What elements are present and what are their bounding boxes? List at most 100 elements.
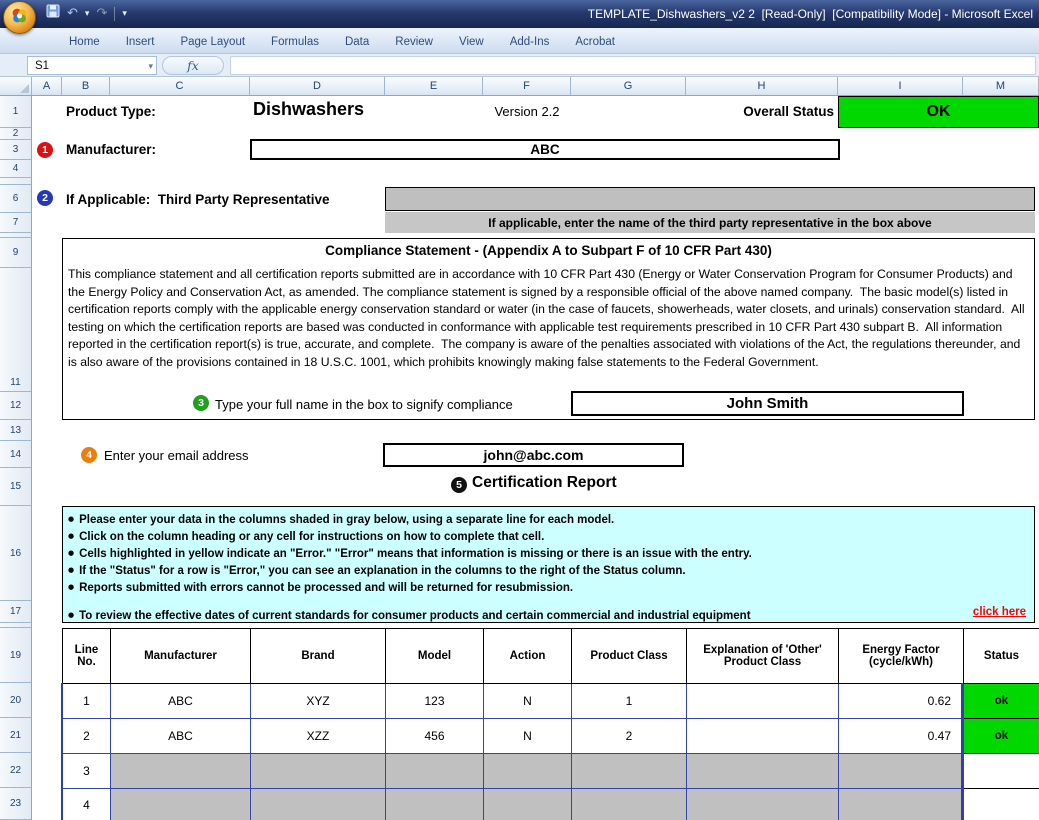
manufacturer-cell[interactable] <box>111 789 251 820</box>
energy-factor-cell[interactable]: 0.47 <box>839 719 964 754</box>
row-header-14[interactable]: 14 <box>0 441 32 468</box>
action-cell[interactable] <box>484 754 572 789</box>
brand-cell[interactable]: XYZ <box>251 684 386 719</box>
manufacturer-input[interactable]: ABC <box>250 139 840 160</box>
model-cell[interactable]: 123 <box>386 684 484 719</box>
column-header-A[interactable]: A <box>32 77 62 96</box>
product-class-cell[interactable] <box>572 789 687 820</box>
row-header-hidden[interactable] <box>0 178 32 185</box>
ribbon-tab-page-layout[interactable]: Page Layout <box>167 32 258 53</box>
column-header-H[interactable]: H <box>686 77 838 96</box>
manufacturer-cell[interactable]: ABC <box>111 719 251 754</box>
status-cell[interactable] <box>964 789 1039 820</box>
brand-cell[interactable]: XZZ <box>251 719 386 754</box>
save-icon[interactable] <box>46 4 60 24</box>
table-header-explanation-of-other-product-class[interactable]: Explanation of 'Other' Product Class <box>687 629 839 684</box>
ribbon-tab-formulas[interactable]: Formulas <box>258 32 332 53</box>
column-header-B[interactable]: B <box>62 77 110 96</box>
column-header-G[interactable]: G <box>571 77 686 96</box>
insert-function-button[interactable]: fx <box>162 56 224 75</box>
row-header-4[interactable]: 4 <box>0 160 32 178</box>
line-cell[interactable]: 4 <box>63 789 111 820</box>
undo-icon[interactable]: ↶ <box>67 5 78 23</box>
row-header-12[interactable]: 12 <box>0 392 32 420</box>
energy-factor-cell[interactable] <box>839 789 964 820</box>
action-cell[interactable] <box>484 789 572 820</box>
column-header-D[interactable]: D <box>250 77 385 96</box>
column-header-F[interactable]: F <box>483 77 571 96</box>
click-here-link[interactable]: click here <box>973 606 1026 618</box>
energy-factor-cell[interactable]: 0.62 <box>839 684 964 719</box>
table-header-brand[interactable]: Brand <box>251 629 386 684</box>
product-class-cell[interactable]: 2 <box>572 719 687 754</box>
ribbon-tab-home[interactable]: Home <box>56 32 113 53</box>
table-header-manufacturer[interactable]: Manufacturer <box>111 629 251 684</box>
row-header-23[interactable]: 23 <box>0 788 32 820</box>
table-header-action[interactable]: Action <box>484 629 572 684</box>
row-header-15[interactable]: 15 <box>0 468 32 506</box>
column-header-E[interactable]: E <box>385 77 483 96</box>
worksheet[interactable]: Product Type: Dishwashers Version 2.2 Ov… <box>32 96 1039 820</box>
overall-status-cell[interactable]: OK <box>838 96 1039 128</box>
name-box-dropdown-icon[interactable]: ▾ <box>148 62 153 72</box>
row-header-16[interactable]: 16 <box>0 506 32 601</box>
explanation-cell[interactable] <box>687 719 839 754</box>
row-header-2[interactable]: 2 <box>0 128 32 140</box>
product-class-cell[interactable]: 1 <box>572 684 687 719</box>
row-header-9[interactable]: 9 <box>0 238 32 268</box>
line-cell[interactable]: 2 <box>63 719 111 754</box>
line-cell[interactable]: 3 <box>63 754 111 789</box>
product-class-cell[interactable] <box>572 754 687 789</box>
column-header-C[interactable]: C <box>110 77 250 96</box>
row-header-7[interactable]: 7 <box>0 213 32 233</box>
table-header-status[interactable]: Status <box>964 629 1039 684</box>
qat-customize-icon[interactable]: ▾ <box>122 5 127 23</box>
ribbon-tab-data[interactable]: Data <box>332 32 382 53</box>
table-header-line-no-[interactable]: Line No. <box>63 629 111 684</box>
energy-factor-cell[interactable] <box>839 754 964 789</box>
row-header-19[interactable]: 19 <box>0 628 32 683</box>
third-party-input[interactable] <box>385 187 1035 211</box>
column-header-I[interactable]: I <box>838 77 963 96</box>
select-all-corner[interactable] <box>0 77 32 96</box>
action-cell[interactable]: N <box>484 719 572 754</box>
column-header-M[interactable]: M <box>963 77 1039 96</box>
name-box[interactable]: S1 ▾ <box>27 56 157 75</box>
row-header-20[interactable]: 20 <box>0 683 32 718</box>
action-cell[interactable]: N <box>484 684 572 719</box>
status-cell[interactable]: ok <box>964 684 1039 719</box>
model-cell[interactable] <box>386 754 484 789</box>
table-header-energy-factor-cycle-kwh-[interactable]: Energy Factor (cycle/kWh) <box>839 629 964 684</box>
ribbon-tab-add-ins[interactable]: Add-Ins <box>497 32 563 53</box>
ribbon-tab-acrobat[interactable]: Acrobat <box>562 32 628 53</box>
manufacturer-cell[interactable] <box>111 754 251 789</box>
signature-input[interactable]: John Smith <box>571 391 964 416</box>
undo-dropdown-icon[interactable]: ▾ <box>85 5 90 23</box>
email-input[interactable]: john@abc.com <box>383 443 684 467</box>
row-header-6[interactable]: 6 <box>0 185 32 213</box>
row-header-22[interactable]: 22 <box>0 753 32 788</box>
brand-cell[interactable] <box>251 789 386 820</box>
ribbon-tab-view[interactable]: View <box>446 32 497 53</box>
model-cell[interactable] <box>386 789 484 820</box>
ribbon-tab-review[interactable]: Review <box>382 32 446 53</box>
status-cell[interactable]: ok <box>964 719 1039 754</box>
ribbon-tab-insert[interactable]: Insert <box>113 32 168 53</box>
model-cell[interactable]: 456 <box>386 719 484 754</box>
row-header-3[interactable]: 3 <box>0 140 32 160</box>
row-header-21[interactable]: 21 <box>0 718 32 753</box>
status-cell[interactable] <box>964 754 1039 789</box>
office-button[interactable] <box>3 1 36 34</box>
row-header-1[interactable]: 1 <box>0 96 32 128</box>
explanation-cell[interactable] <box>687 754 839 789</box>
table-header-product-class[interactable]: Product Class <box>572 629 687 684</box>
manufacturer-cell[interactable]: ABC <box>111 684 251 719</box>
redo-icon[interactable]: ↷ <box>96 5 107 23</box>
brand-cell[interactable] <box>251 754 386 789</box>
formula-input[interactable] <box>230 56 1036 75</box>
explanation-cell[interactable] <box>687 789 839 820</box>
row-header-11[interactable]: 11 <box>0 268 32 392</box>
row-header-17[interactable]: 17 <box>0 601 32 623</box>
table-header-model[interactable]: Model <box>386 629 484 684</box>
line-cell[interactable]: 1 <box>63 684 111 719</box>
